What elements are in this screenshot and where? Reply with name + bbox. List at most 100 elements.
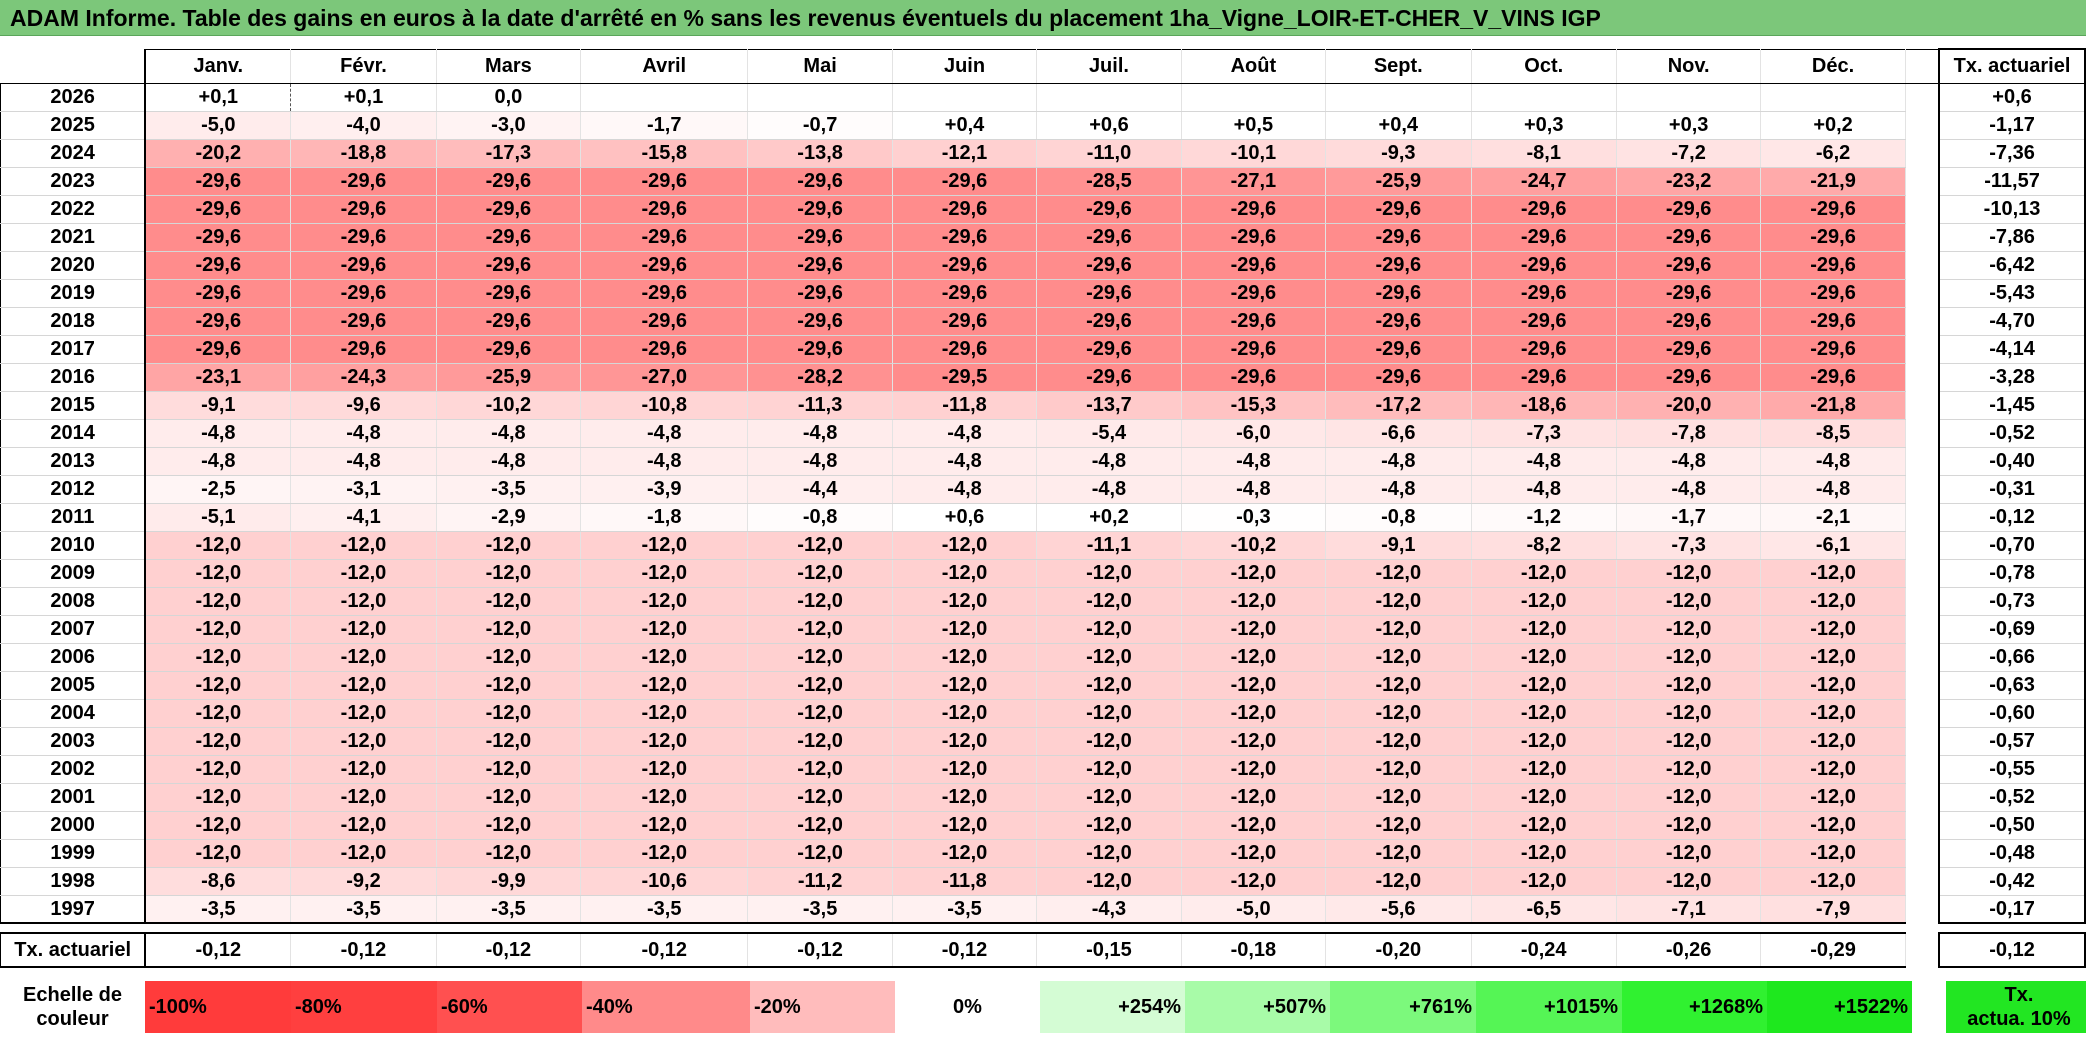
value-cell: -29,6	[1181, 363, 1327, 392]
month-header: Mai	[747, 48, 893, 84]
value-cell: -12,0	[1760, 559, 1906, 588]
year-cell: 2005	[0, 671, 147, 700]
value-cell: -29,6	[290, 223, 437, 252]
table-row: 2017 -29,6 -29,6 -29,6 -29,6 -29,6 -29,6 -29,6-…	[0, 335, 2086, 364]
month-header: Août	[1181, 48, 1327, 84]
value-cell: -29,6	[436, 251, 582, 280]
value-cell: -12,0	[747, 755, 893, 784]
value-cell: -29,6	[1036, 223, 1182, 252]
year-cell: 2008	[0, 587, 147, 616]
value-cell: -4,8	[290, 447, 437, 476]
summary-row: Tx. actuariel -0,12 -0,12 -0,12 -0,12 -0,12 -0…	[0, 932, 2086, 968]
value-cell: -29,6	[892, 335, 1038, 364]
value-cell: -12,0	[1616, 867, 1762, 896]
year-cell: 2012	[0, 475, 147, 504]
year-cell: 2004	[0, 699, 147, 728]
value-cell: -29,6	[145, 195, 292, 224]
table-row: 2010 -12,0 -12,0 -12,0 -12,0 -12,0 -12,0 -11,1-…	[0, 531, 2086, 560]
value-cell: -29,6	[145, 279, 292, 308]
value-cell: -12,0	[1325, 755, 1472, 784]
table-row: 2009 -12,0 -12,0 -12,0 -12,0 -12,0 -12,0 -12,0-…	[0, 559, 2086, 588]
scale-swatch: +761%	[1330, 981, 1476, 1033]
value-cell: -0,7	[747, 111, 893, 140]
value-cell: -12,0	[747, 671, 893, 700]
table-row: 2025 -5,0 -4,0 -3,0 -1,7 -0,7 +0,4 +0,6 +0,5 +0,4…	[0, 111, 2086, 140]
value-cell: -4,4	[747, 475, 893, 504]
value-cell: -12,0	[747, 587, 893, 616]
value-cell: -12,0	[290, 615, 437, 644]
value-cell: -12,0	[747, 699, 893, 728]
column-gap	[1905, 531, 1940, 559]
value-cell: -8,6	[145, 867, 292, 896]
scale-swatch: 0%	[895, 981, 1040, 1033]
value-cell: -12,0	[892, 531, 1038, 560]
value-cell: -23,1	[145, 363, 292, 392]
year-cell: 2019	[0, 279, 147, 308]
table-row: 2026 +0,1 +0,1 0,0 +0,6	[0, 83, 2086, 112]
value-cell: -12,0	[1616, 643, 1762, 672]
value-cell: -2,5	[145, 475, 292, 504]
value-cell: +0,5	[1181, 111, 1327, 140]
column-gap	[1905, 223, 1940, 251]
value-cell: +0,1	[290, 83, 437, 112]
value-cell: -1,2	[1471, 503, 1617, 532]
value-cell: -29,6	[580, 279, 749, 308]
value-cell: -0,8	[1325, 503, 1472, 532]
value-cell: -29,6	[436, 335, 582, 364]
year-cell: 2013	[0, 447, 147, 476]
value-cell: -12,0	[1036, 755, 1182, 784]
year-cell: 2010	[0, 531, 147, 560]
value-cell: -12,0	[1616, 615, 1762, 644]
value-cell: -12,0	[747, 559, 893, 588]
value-cell: -29,6	[1181, 223, 1327, 252]
value-cell: -29,6	[1181, 195, 1327, 224]
value-cell: -29,6	[580, 195, 749, 224]
value-cell: -29,6	[892, 223, 1038, 252]
value-cell: -4,8	[1471, 447, 1617, 476]
value-cell: -12,0	[892, 699, 1038, 728]
value-cell: +0,6	[1036, 111, 1182, 140]
value-cell: -29,6	[1616, 195, 1762, 224]
value-cell: -29,6	[1471, 363, 1617, 392]
value-cell: -12,0	[1325, 615, 1472, 644]
value-cell: -12,0	[1616, 587, 1762, 616]
column-gap	[1905, 419, 1940, 447]
value-cell: -12,0	[145, 587, 292, 616]
value-cell: -24,7	[1471, 167, 1617, 196]
value-cell: -4,8	[747, 447, 893, 476]
value-cell: -12,0	[290, 531, 437, 560]
value-cell: -12,0	[580, 671, 749, 700]
value-cell: -4,8	[1616, 475, 1762, 504]
column-gap	[1905, 643, 1940, 671]
value-cell: -17,3	[436, 139, 582, 168]
scale-swatch: +1015%	[1476, 981, 1622, 1033]
value-cell: -12,0	[1325, 643, 1472, 672]
value-cell: -29,6	[1616, 279, 1762, 308]
value-cell: -12,0	[1760, 643, 1906, 672]
year-cell: 2014	[0, 419, 147, 448]
value-cell: -20,2	[145, 139, 292, 168]
value-cell: -12,0	[1181, 811, 1327, 840]
tx-actuariel-cell: -0,55	[1938, 755, 2086, 784]
value-cell: -29,6	[747, 251, 893, 280]
scale-label: Echelle de couleur	[0, 981, 145, 1033]
value-cell: -29,6	[747, 195, 893, 224]
value-cell: -10,2	[436, 391, 582, 420]
month-header: Janv.	[145, 48, 292, 84]
value-cell: -12,0	[1760, 811, 1906, 840]
value-cell: -29,6	[290, 279, 437, 308]
year-cell: 1997	[0, 895, 147, 924]
value-cell: -12,0	[145, 783, 292, 812]
value-cell: -4,8	[145, 447, 292, 476]
table-row: 2024 -20,2 -18,8 -17,3 -15,8 -13,8 -12,1 -11,0-…	[0, 139, 2086, 168]
value-cell: -12,0	[290, 783, 437, 812]
tx-actuariel-cell: -0,48	[1938, 839, 2086, 868]
value-cell: -29,6	[1760, 335, 1906, 364]
value-cell: -29,6	[892, 279, 1038, 308]
value-cell: -12,0	[1181, 867, 1327, 896]
value-cell: -12,0	[145, 811, 292, 840]
value-cell: -12,0	[1471, 783, 1617, 812]
value-cell: -12,0	[436, 559, 582, 588]
value-cell: -12,0	[145, 699, 292, 728]
tx-actuariel-cell: -0,31	[1938, 475, 2086, 504]
